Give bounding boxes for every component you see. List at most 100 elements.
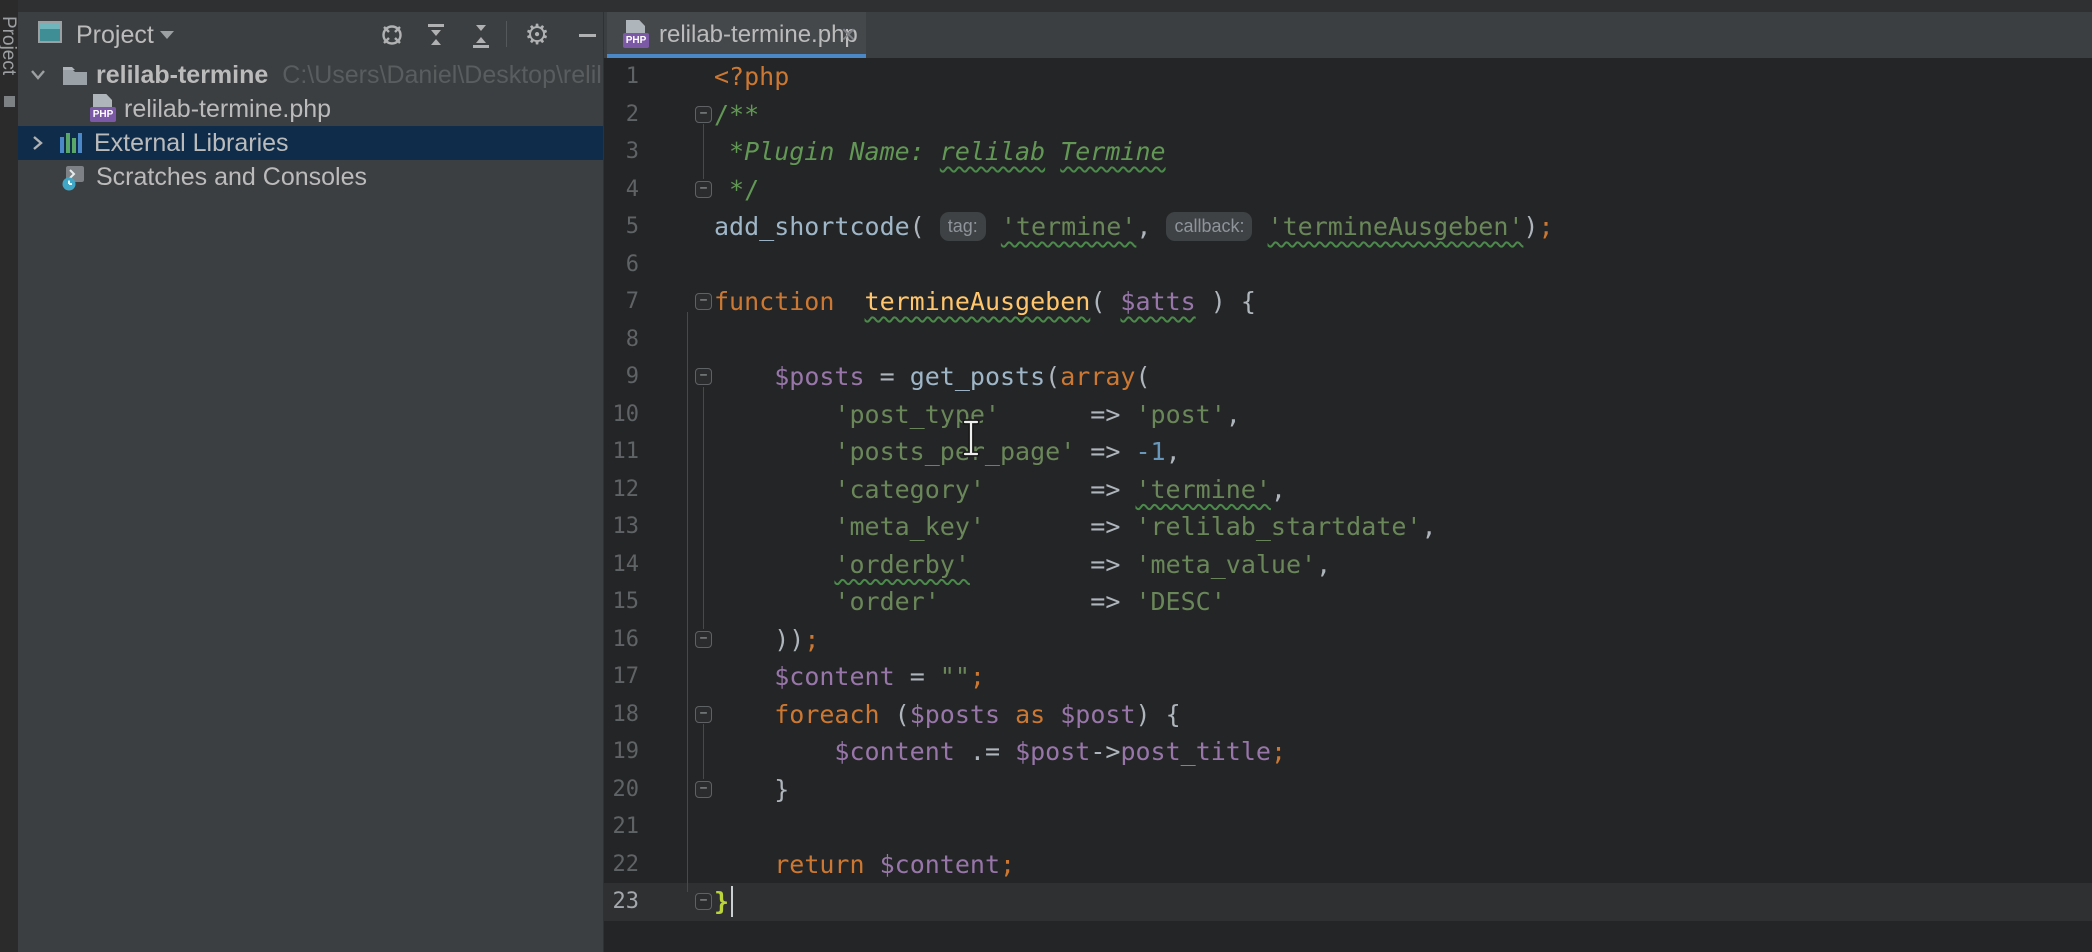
line-number[interactable]: 14 xyxy=(603,546,639,584)
line-number[interactable]: 13 xyxy=(603,508,639,546)
hide-panel-button[interactable] xyxy=(572,20,602,50)
chevron-right-icon[interactable] xyxy=(32,135,44,151)
line-number[interactable]: 16 xyxy=(603,621,639,659)
settings-button[interactable]: ⚙ xyxy=(522,20,552,50)
php-badge: PHP xyxy=(623,33,649,48)
editor-tab-relilab-termine[interactable]: PHP relilab-termine.php × xyxy=(607,12,866,58)
fold-end-icon[interactable]: − xyxy=(695,631,712,648)
line-number[interactable]: 23 xyxy=(603,883,639,921)
code-line[interactable]: 3 *Plugin Name: relilab Termine xyxy=(603,133,2092,171)
code-token: */ xyxy=(714,175,759,204)
line-number[interactable]: 9 xyxy=(603,358,639,396)
fold-start-icon[interactable]: − xyxy=(695,293,712,310)
line-number[interactable]: 15 xyxy=(603,583,639,621)
code-line[interactable]: 5add_shortcode( tag: 'termine', callback… xyxy=(603,208,2092,246)
code-line[interactable]: 23} xyxy=(603,883,2092,921)
fold-start-icon[interactable]: − xyxy=(695,368,712,385)
line-number[interactable]: 2 xyxy=(603,96,639,134)
code-line[interactable]: 8 xyxy=(603,321,2092,359)
collapse-all-button[interactable] xyxy=(466,20,496,50)
php-file-icon: PHP xyxy=(623,20,649,50)
code-line[interactable]: 1<?php xyxy=(603,58,2092,96)
code-line[interactable]: 10 'post_type' => 'post', xyxy=(603,396,2092,434)
line-number[interactable]: 21 xyxy=(603,808,639,846)
code-token: $content xyxy=(834,737,954,766)
code-line[interactable]: 4 */ xyxy=(603,171,2092,209)
code-token: get_posts xyxy=(910,362,1045,391)
line-number[interactable]: 7 xyxy=(603,283,639,321)
code-line[interactable]: 21 xyxy=(603,808,2092,846)
code-line[interactable]: 2 /** xyxy=(603,96,2092,134)
expand-all-button[interactable] xyxy=(421,20,451,50)
line-number[interactable]: 22 xyxy=(603,846,639,884)
project-panel-title[interactable]: Project xyxy=(76,19,154,51)
code-line[interactable]: 20 } xyxy=(603,771,2092,809)
chevron-down-icon[interactable] xyxy=(160,31,174,39)
fold-end-icon[interactable]: − xyxy=(695,781,712,798)
panel-editor-divider[interactable] xyxy=(603,12,604,952)
code-line[interactable]: 9 $posts = get_posts(array( xyxy=(603,358,2092,396)
code-token xyxy=(1252,212,1267,241)
line-number[interactable]: 12 xyxy=(603,471,639,509)
code-line[interactable]: 22 return $content; xyxy=(603,846,2092,884)
code-token: ) xyxy=(1523,212,1538,241)
line-number[interactable]: 10 xyxy=(603,396,639,434)
code-line-text: 'category' => 'termine', xyxy=(714,471,1286,509)
tree-item-external-libraries[interactable]: External Libraries xyxy=(18,126,603,160)
line-number[interactable]: 4 xyxy=(603,171,639,209)
code-line[interactable]: 16 )); xyxy=(603,621,2092,659)
code-line[interactable]: 6 xyxy=(603,246,2092,284)
tree-item-scratches[interactable]: Scratches and Consoles xyxy=(18,160,603,194)
project-panel-header: Project xyxy=(18,12,603,58)
php-file-icon: PHP xyxy=(90,94,116,124)
code-editor[interactable]: 1<?php2/**3 *Plugin Name: relilab Termin… xyxy=(603,58,2092,952)
line-number[interactable]: 19 xyxy=(603,733,639,771)
code-token xyxy=(1000,700,1015,729)
code-line[interactable]: 12 'category' => 'termine', xyxy=(603,471,2092,509)
fold-start-icon[interactable]: − xyxy=(695,706,712,723)
locate-file-button[interactable] xyxy=(377,20,407,50)
line-number[interactable]: 6 xyxy=(603,246,639,284)
line-number[interactable]: 20 xyxy=(603,771,639,809)
scratches-icon xyxy=(60,164,88,192)
fold-start-icon[interactable]: − xyxy=(695,106,712,123)
code-line[interactable]: 11 'posts_per_page' => -1, xyxy=(603,433,2092,471)
line-number[interactable]: 11 xyxy=(603,433,639,471)
code-line-text: *Plugin Name: relilab Termine xyxy=(714,133,1166,171)
fold-end-icon[interactable]: − xyxy=(695,181,712,198)
line-number[interactable]: 18 xyxy=(603,696,639,734)
scratches-label: Scratches and Consoles xyxy=(96,163,367,191)
code-line-text: return $content; xyxy=(714,846,1015,884)
code-line-text: } xyxy=(714,883,729,921)
code-line-text: )); xyxy=(714,621,819,659)
code-line[interactable]: 18 foreach ($posts as $post) { xyxy=(603,696,2092,734)
tool-window-marker-icon xyxy=(4,96,15,107)
line-number[interactable]: 5 xyxy=(603,208,639,246)
project-folder-label: relilab-termineC:\Users\Daniel\Desktop\r… xyxy=(96,61,603,89)
tree-item-project-folder[interactable]: relilab-termineC:\Users\Daniel\Desktop\r… xyxy=(18,58,603,92)
code-token: ( xyxy=(910,212,940,241)
code-line[interactable]: 17 $content = ""; xyxy=(603,658,2092,696)
line-number[interactable]: 17 xyxy=(603,658,639,696)
code-line[interactable]: 13 'meta_key' => 'relilab_startdate', xyxy=(603,508,2092,546)
code-line[interactable]: 7function termineAusgeben( $atts ) { xyxy=(603,283,2092,321)
code-line[interactable]: 15 'order' => 'DESC' xyxy=(603,583,2092,621)
fold-end-icon[interactable]: − xyxy=(695,893,712,910)
line-number[interactable]: 1 xyxy=(603,58,639,96)
code-line[interactable]: 19 $content .= $post->post_title; xyxy=(603,733,2092,771)
project-stripe-tab[interactable]: Project xyxy=(0,16,19,75)
tree-item-php-file[interactable]: PHP relilab-termine.php xyxy=(18,92,603,126)
line-number[interactable]: 3 xyxy=(603,133,639,171)
code-token: 'relilab_startdate' xyxy=(1135,512,1421,541)
expand-all-icon xyxy=(423,21,449,49)
code-token: ( xyxy=(1135,362,1150,391)
code-line-text: /** xyxy=(714,96,759,134)
code-line-text: foreach ($posts as $post) { xyxy=(714,696,1181,734)
code-line[interactable]: 14 'orderby' => 'meta_value', xyxy=(603,546,2092,584)
tab-label: relilab-termine.php xyxy=(659,20,858,50)
code-token: = xyxy=(865,362,910,391)
line-number[interactable]: 8 xyxy=(603,321,639,359)
chevron-down-icon[interactable] xyxy=(30,69,46,81)
close-icon[interactable]: × xyxy=(841,19,856,49)
php-file-label: relilab-termine.php xyxy=(124,95,331,123)
